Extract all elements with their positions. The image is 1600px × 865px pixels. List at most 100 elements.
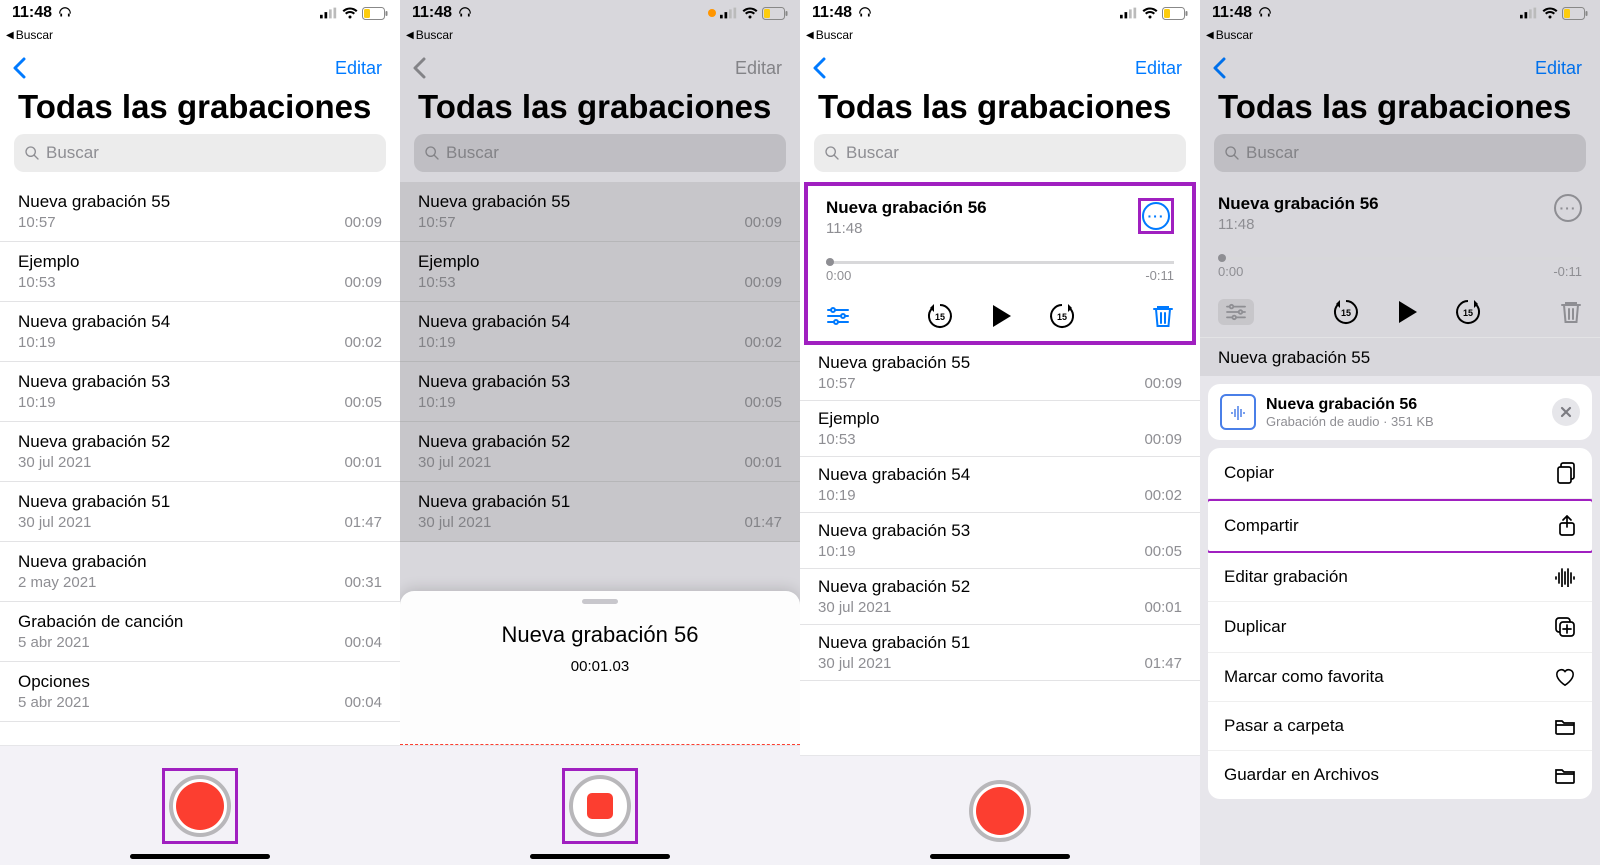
back-button[interactable]: [812, 57, 826, 79]
page-title: Todas las grabaciones: [0, 88, 400, 134]
menu-item-pasar-a-carpeta[interactable]: Pasar a carpeta: [1208, 702, 1592, 751]
row-title: Nueva grabación 51: [418, 492, 782, 512]
list-item[interactable]: Nueva grabación 5410:1900:02: [400, 302, 800, 362]
breadcrumb-label: Buscar: [816, 28, 853, 42]
row-date: 5 abr 2021: [18, 694, 90, 711]
row-date: 5 abr 2021: [18, 634, 90, 651]
time-end: -0:11: [1145, 268, 1174, 283]
list-item[interactable]: Nueva grabación 5510:5700:09: [400, 182, 800, 242]
screen-1-list: 11:48 ◀ Buscar Editar Todas las grabacio…: [0, 0, 400, 865]
recording-indicator-dot: [708, 9, 716, 17]
rewind-15-button[interactable]: 15: [925, 301, 955, 331]
home-indicator[interactable]: [130, 854, 270, 859]
screen-3-player: 11:48 ◀ Buscar Editar Todas las grabacio…: [800, 0, 1200, 865]
list-item[interactable]: Ejemplo10:5300:09: [400, 242, 800, 302]
row-sub: 30 jul 202100:01: [18, 454, 382, 471]
menu-item-guardar-en-archivos[interactable]: Guardar en Archivos: [1208, 751, 1592, 799]
edit-button[interactable]: Editar: [335, 58, 382, 79]
menu-item-compartir[interactable]: Compartir: [1208, 499, 1592, 553]
search-placeholder: Buscar: [46, 143, 99, 163]
menu-item-marcar-como-favorita[interactable]: Marcar como favorita: [1208, 653, 1592, 702]
back-button[interactable]: [12, 57, 26, 79]
headphones-icon: [58, 6, 72, 20]
row-duration: 00:05: [344, 394, 382, 411]
more-button[interactable]: ···: [1554, 194, 1582, 222]
list-item[interactable]: Nueva grabación 5410:1900:02: [0, 302, 400, 362]
edit-button[interactable]: Editar: [1135, 58, 1182, 79]
menu-item-duplicar[interactable]: Duplicar: [1208, 602, 1592, 653]
list-item[interactable]: Nueva grabación 5130 jul 202101:47: [800, 625, 1200, 681]
options-button[interactable]: [826, 306, 850, 326]
list-item[interactable]: Nueva grabación 5510:5700:09: [0, 182, 400, 242]
row-sub: 30 jul 202101:47: [818, 655, 1182, 672]
context-overlay[interactable]: Nueva grabación 56 Grabación de audio · …: [1200, 376, 1600, 865]
menu-icon: [1554, 766, 1576, 784]
player-title: Nueva grabación 56: [1218, 194, 1379, 214]
forward-15-button[interactable]: 15: [1047, 301, 1077, 331]
menu-item-copiar[interactable]: Copiar: [1208, 448, 1592, 499]
home-indicator[interactable]: [530, 854, 670, 859]
wifi-icon: [342, 7, 358, 19]
list-item[interactable]: Nueva grabación 5510:5700:09: [800, 345, 1200, 401]
list-item[interactable]: Nueva grabación2 may 202100:31: [0, 542, 400, 602]
list-item[interactable]: Nueva grabación 5230 jul 202100:01: [800, 569, 1200, 625]
breadcrumb[interactable]: ◀ Buscar: [0, 26, 400, 44]
close-button[interactable]: [1552, 398, 1580, 426]
menu-label: Pasar a carpeta: [1224, 716, 1344, 736]
recordings-list[interactable]: Nueva grabación 5510:5700:09Ejemplo10:53…: [0, 182, 400, 745]
play-button[interactable]: [987, 302, 1015, 330]
menu-item-editar-grabación[interactable]: Editar grabación: [1208, 553, 1592, 602]
progress-track[interactable]: [826, 261, 1174, 264]
menu-label: Compartir: [1224, 516, 1299, 536]
row-sub: 5 abr 202100:04: [18, 634, 382, 651]
menu-label: Duplicar: [1224, 617, 1286, 637]
delete-button[interactable]: [1152, 304, 1174, 328]
menu-icon: [1556, 462, 1576, 484]
record-icon: [176, 782, 224, 830]
row-sub: 30 jul 202101:47: [418, 514, 782, 531]
list-item[interactable]: Nueva grabación 5310:1900:05: [400, 362, 800, 422]
home-indicator[interactable]: [930, 854, 1070, 859]
search-input[interactable]: Buscar: [14, 134, 386, 172]
page-title: Todas las grabaciones: [1200, 88, 1600, 134]
list-item[interactable]: Nueva grabación 5410:1900:02: [800, 457, 1200, 513]
row-title: Nueva grabación 55: [1218, 348, 1582, 368]
progress-knob[interactable]: [826, 258, 834, 266]
list-item[interactable]: Nueva grabación 5230 jul 202100:01: [0, 422, 400, 482]
row-title: Ejemplo: [18, 252, 382, 272]
list-item[interactable]: Nueva grabación 5130 jul 202101:47: [0, 482, 400, 542]
search-input[interactable]: Buscar: [814, 134, 1186, 172]
menu-label: Editar grabación: [1224, 567, 1348, 587]
list-item[interactable]: Ejemplo10:5300:09: [0, 242, 400, 302]
status-bar: 11:48: [400, 0, 800, 26]
stop-button[interactable]: [569, 775, 631, 837]
list-item[interactable]: Nueva grabación 5310:1900:05: [800, 513, 1200, 569]
status-bar: 11:48: [0, 0, 400, 26]
sheet-handle[interactable]: [582, 599, 618, 604]
list-item[interactable]: Grabación de canción5 abr 202100:04: [0, 602, 400, 662]
bottom-bar: [800, 755, 1200, 865]
signal-icon: [320, 7, 338, 19]
more-button[interactable]: ···: [1142, 202, 1170, 230]
svg-text:15: 15: [1463, 308, 1473, 318]
breadcrumb[interactable]: ◀ Buscar: [800, 26, 1200, 44]
recordings-list[interactable]: Nueva grabación 5510:5700:09Ejemplo10:53…: [800, 345, 1200, 755]
row-title: Nueva grabación 52: [418, 432, 782, 452]
list-item[interactable]: Opciones5 abr 202100:04: [0, 662, 400, 722]
list-item[interactable]: Nueva grabación 5310:1900:05: [0, 362, 400, 422]
context-menu: Copiar Compartir Editar grabación Duplicar M…: [1208, 448, 1592, 799]
recording-sheet[interactable]: Nueva grabación 56 00:01.03: [400, 591, 800, 865]
highlight-player: Nueva grabación 56 11:48 ··· 0:00 -0:11: [804, 182, 1196, 345]
row-date: 10:19: [818, 543, 856, 560]
battery-icon: [762, 7, 788, 20]
list-item[interactable]: Nueva grabación 51 30 jul 202101:47: [400, 482, 800, 542]
player-sub: 11:48: [1218, 216, 1379, 233]
record-button[interactable]: [969, 780, 1031, 842]
list-item[interactable]: Nueva grabación 5230 jul 202100:01: [400, 422, 800, 482]
breadcrumb[interactable]: ◀ Buscar: [400, 26, 800, 44]
row-date: 30 jul 2021: [418, 454, 491, 471]
nav-bar: Editar: [0, 44, 400, 88]
list-item[interactable]: Ejemplo10:5300:09: [800, 401, 1200, 457]
row-title: Nueva grabación 53: [418, 372, 782, 392]
record-button[interactable]: [169, 775, 231, 837]
